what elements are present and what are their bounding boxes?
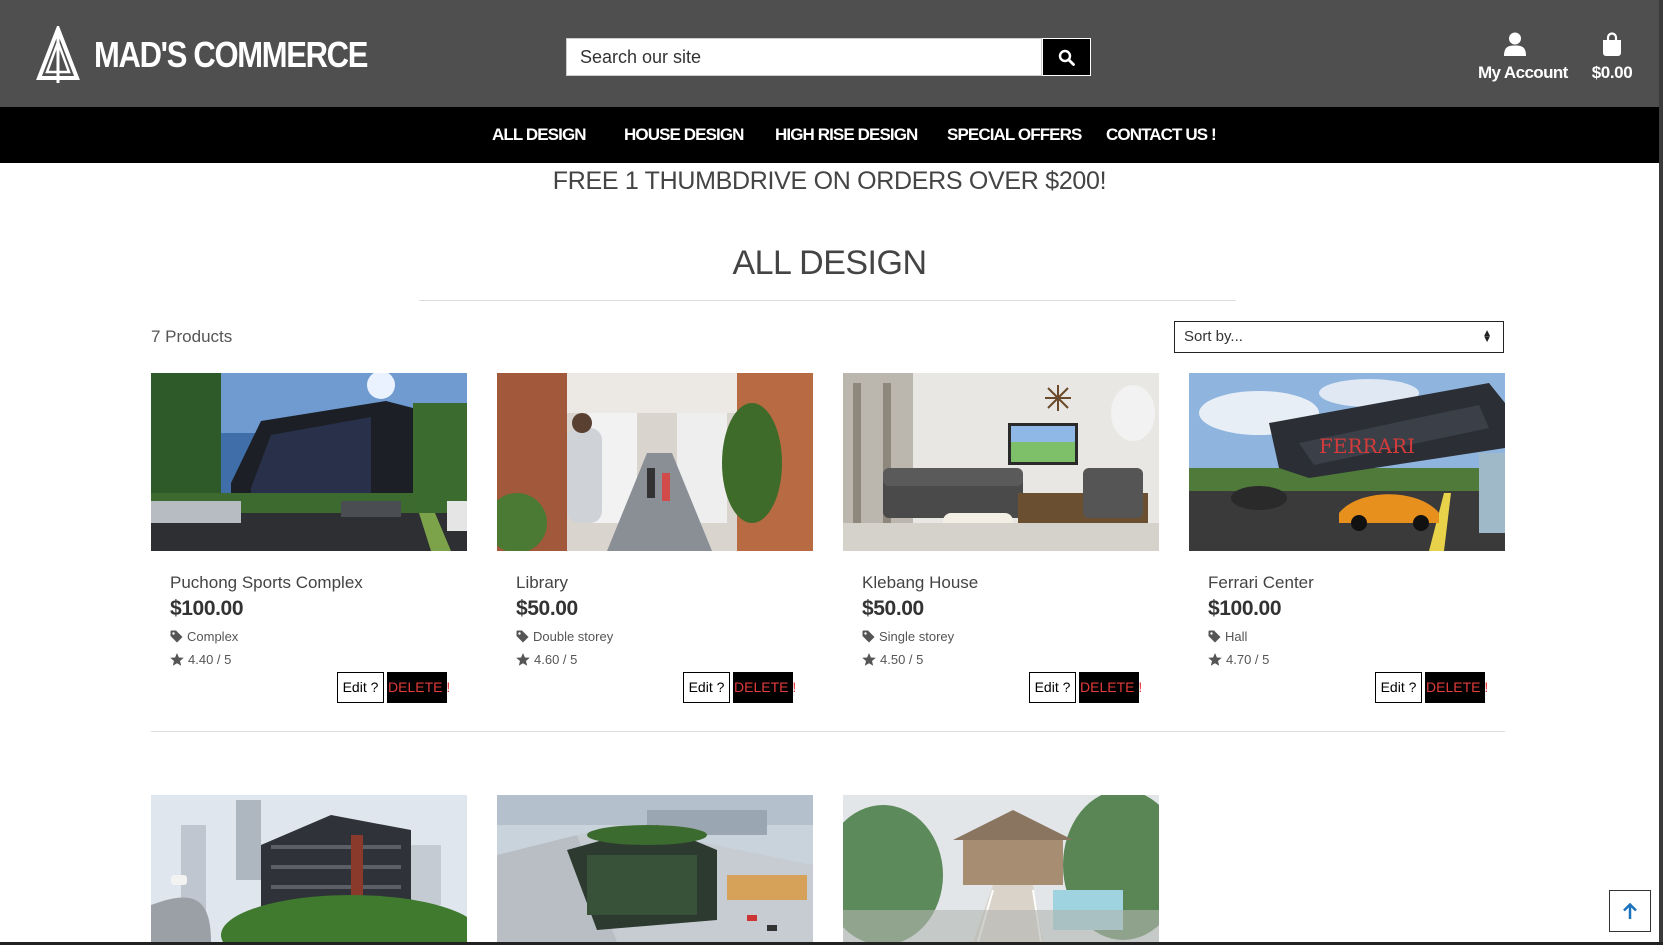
search-bar <box>566 38 1091 76</box>
product-category-label: Complex <box>187 629 239 644</box>
main-nav: ALL DESIGN HOUSE DESIGN HIGH RISE DESIGN… <box>0 107 1659 163</box>
product-image[interactable] <box>843 373 1159 551</box>
edit-button[interactable]: Edit ? <box>337 672 384 703</box>
delete-button[interactable]: DELETE ! <box>1425 672 1488 703</box>
tag-icon <box>1208 630 1221 643</box>
sort-select[interactable]: Sort by... ▲ ▼ <box>1174 321 1504 353</box>
product-name[interactable]: Ferrari Center <box>1208 573 1314 593</box>
nav-contact-us[interactable]: CONTACT US ! <box>1106 125 1217 145</box>
sort-arrows-icon: ▲ ▼ <box>1482 328 1492 345</box>
logo[interactable]: MAD'S COMMERCE <box>36 26 412 84</box>
product-price: $100.00 <box>170 597 244 620</box>
edit-button[interactable]: Edit ? <box>1375 672 1422 703</box>
search-button[interactable] <box>1042 38 1091 76</box>
my-account-label: My Account <box>1478 63 1568 82</box>
product-category[interactable]: Hall <box>1208 629 1247 644</box>
svg-text:FERRARI: FERRARI <box>1319 434 1415 458</box>
product-category[interactable]: Double storey <box>516 629 613 644</box>
star-icon <box>862 653 876 666</box>
delete-button[interactable]: DELETE ! <box>1079 672 1142 703</box>
product-image[interactable] <box>497 795 813 942</box>
product-category-label: Single storey <box>879 629 955 644</box>
row-divider <box>151 731 1505 732</box>
product-rating: 4.60 / 5 <box>516 652 577 667</box>
star-icon <box>1208 653 1222 666</box>
user-icon <box>1504 32 1526 56</box>
product-rating: 4.70 / 5 <box>1208 652 1269 667</box>
star-icon <box>516 653 530 666</box>
product-name[interactable]: Library <box>516 573 568 593</box>
edit-button[interactable]: Edit ? <box>683 672 730 703</box>
product-category[interactable]: Complex <box>170 629 238 644</box>
product-price: $50.00 <box>516 597 578 620</box>
my-account-link[interactable]: My Account <box>1478 32 1568 83</box>
title-divider <box>419 300 1236 301</box>
product-image[interactable] <box>497 373 813 551</box>
edit-button[interactable]: Edit ? <box>1029 672 1076 703</box>
shopping-bag-icon <box>1603 32 1621 56</box>
logo-triangle-icon <box>36 26 80 83</box>
cart-link[interactable]: $0.00 <box>1588 32 1636 83</box>
product-category-label: Double storey <box>533 629 614 644</box>
product-image[interactable]: FERRARI <box>1189 373 1505 551</box>
nav-high-rise-design[interactable]: HIGH RISE DESIGN <box>775 125 918 145</box>
header: MAD'S COMMERCE My Account $0.00 <box>0 0 1659 107</box>
page-title: ALL DESIGN <box>732 244 927 282</box>
product-price: $100.00 <box>1208 597 1282 620</box>
logo-text: MAD'S COMMERCE <box>94 34 368 75</box>
product-count: 7 Products <box>151 327 233 346</box>
search-input[interactable] <box>566 38 1042 76</box>
tag-icon <box>170 630 183 643</box>
product-rating: 4.50 / 5 <box>862 652 923 667</box>
product-rating-value: 4.60 / 5 <box>534 652 578 667</box>
cart-total: $0.00 <box>1591 63 1633 82</box>
page-scrollbar[interactable] <box>1659 0 1663 945</box>
product-rating-value: 4.40 / 5 <box>188 652 232 667</box>
nav-house-design[interactable]: HOUSE DESIGN <box>624 125 744 145</box>
product-name[interactable]: Puchong Sports Complex <box>170 573 363 593</box>
nav-special-offers[interactable]: SPECIAL OFFERS <box>947 125 1082 145</box>
product-rating-value: 4.70 / 5 <box>1226 652 1270 667</box>
product-category[interactable]: Single storey <box>862 629 954 644</box>
star-icon <box>170 653 184 666</box>
product-rating-value: 4.50 / 5 <box>880 652 924 667</box>
product-image[interactable] <box>843 795 1159 942</box>
product-price: $50.00 <box>862 597 924 620</box>
product-category-label: Hall <box>1225 629 1248 644</box>
product-image[interactable] <box>151 795 467 942</box>
product-name[interactable]: Klebang House <box>862 573 978 593</box>
tag-icon <box>516 630 529 643</box>
sort-select-value: Sort by... <box>1184 328 1243 345</box>
tag-icon <box>862 630 875 643</box>
delete-button[interactable]: DELETE ! <box>387 672 450 703</box>
search-icon <box>1058 49 1075 66</box>
product-image[interactable] <box>151 373 467 551</box>
delete-button[interactable]: DELETE ! <box>733 672 796 703</box>
product-rating: 4.40 / 5 <box>170 652 231 667</box>
promo-banner: FREE 1 THUMBDRIVE ON ORDERS OVER $200! <box>552 167 1107 195</box>
nav-all-design[interactable]: ALL DESIGN <box>492 125 587 145</box>
back-to-top-button[interactable] <box>1609 890 1651 932</box>
arrow-up-icon <box>1623 902 1637 919</box>
